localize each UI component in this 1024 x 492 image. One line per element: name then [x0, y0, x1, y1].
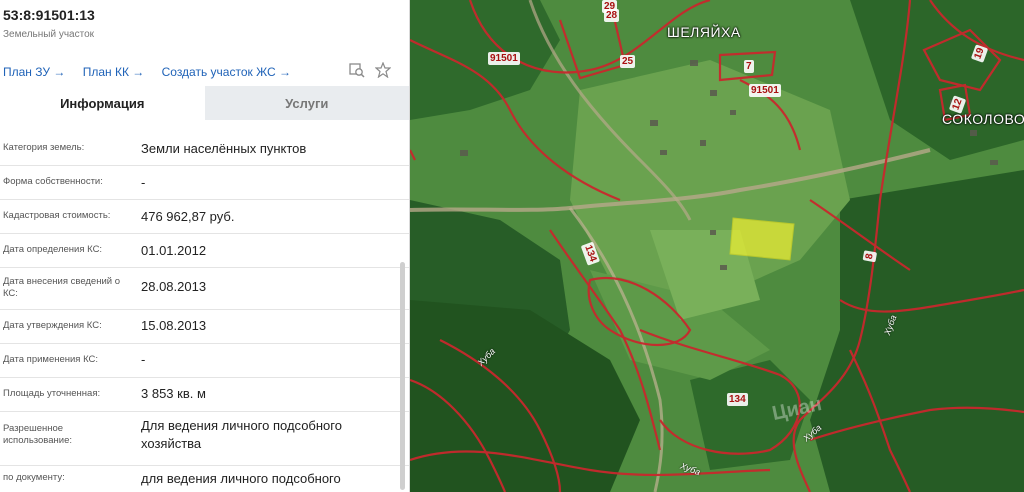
field-value: -: [141, 175, 146, 190]
parcel-number: 8: [862, 250, 878, 263]
object-type: Земельный участок: [3, 29, 95, 40]
parcel-number: 28: [604, 9, 620, 22]
field-value: Земли населённых пунктов: [141, 141, 307, 156]
field-label: Дата внесения сведений о КС:: [3, 276, 120, 299]
field-value: Для ведения личного подсобного хозяйства: [141, 418, 342, 451]
parcel-number: 91501: [488, 52, 520, 65]
field-value: для ведения личного подсобного: [141, 471, 341, 486]
cadastral-number: 53:8:91501:13: [3, 7, 95, 23]
create-parcel-link[interactable]: Создать участок ЖС →: [162, 65, 291, 79]
parcel-number: 91501: [749, 84, 781, 97]
field-label: Дата применения КС:: [3, 354, 99, 365]
field-label: Дата утверждения КС:: [3, 320, 102, 331]
field-value: 476 962,87 руб.: [141, 209, 235, 224]
search-map-icon[interactable]: [349, 62, 365, 82]
field-row: Разрешенное использование: Для ведения л…: [0, 411, 409, 466]
field-label: Разрешенное использование:: [3, 423, 73, 446]
info-panel: 53:8:91501:13 Земельный участок План ЗУ …: [0, 0, 410, 492]
field-value: 3 853 кв. м: [141, 386, 206, 401]
tab-services[interactable]: Услуги: [204, 86, 409, 120]
tab-bar: Информация Услуги: [0, 86, 409, 120]
field-label: Категория земель:: [3, 142, 85, 153]
field-value: -: [141, 352, 146, 367]
village-label: СОКОЛОВО: [942, 111, 1024, 127]
field-row: Дата утверждения КС: 15.08.2013: [0, 309, 409, 344]
field-row: Дата применения КС: -: [0, 343, 409, 378]
parcel-number: 25: [620, 55, 636, 68]
field-row: Площадь уточненная: 3 853 кв. м: [0, 377, 409, 412]
star-icon[interactable]: [374, 61, 392, 82]
field-row: Дата определения КС: 01.01.2012: [0, 233, 409, 268]
field-value: 01.01.2012: [141, 243, 207, 258]
satellite-image: [410, 0, 1024, 492]
village-label: ШЕЛЯЙХА: [667, 24, 741, 40]
panel-scrollbar[interactable]: [400, 262, 405, 490]
parcel-number: 7: [744, 60, 754, 73]
plan-zu-link[interactable]: План ЗУ →: [3, 65, 65, 79]
field-row: по документу: для ведения личного подсоб…: [0, 465, 409, 492]
tab-info[interactable]: Информация: [0, 86, 205, 120]
field-label: Площадь уточненная:: [3, 388, 101, 399]
parcel-number: 134: [727, 393, 748, 406]
field-row: Кадастровая стоимость: 476 962,87 руб.: [0, 199, 409, 234]
field-value: 15.08.2013: [141, 318, 207, 333]
field-value: 28.08.2013: [141, 279, 207, 294]
field-label: Кадастровая стоимость:: [3, 210, 111, 221]
field-row: Категория земель: Земли населённых пункт…: [0, 131, 409, 166]
field-label: Дата определения КС:: [3, 244, 103, 255]
field-label: по документу:: [3, 472, 65, 483]
plan-links: План ЗУ → План КК → Создать участок ЖС →: [3, 65, 305, 79]
field-label: Форма собственности:: [3, 176, 103, 187]
tool-icons: [349, 61, 392, 82]
plan-kk-link[interactable]: План КК →: [83, 65, 145, 79]
field-row: Форма собственности: -: [0, 165, 409, 200]
field-row: Дата внесения сведений о КС: 28.08.2013: [0, 267, 409, 310]
cadastral-map[interactable]: ШЕЛЯЙХА СОКОЛОВО 91501 29 28 25 7 91501 …: [410, 0, 1024, 492]
